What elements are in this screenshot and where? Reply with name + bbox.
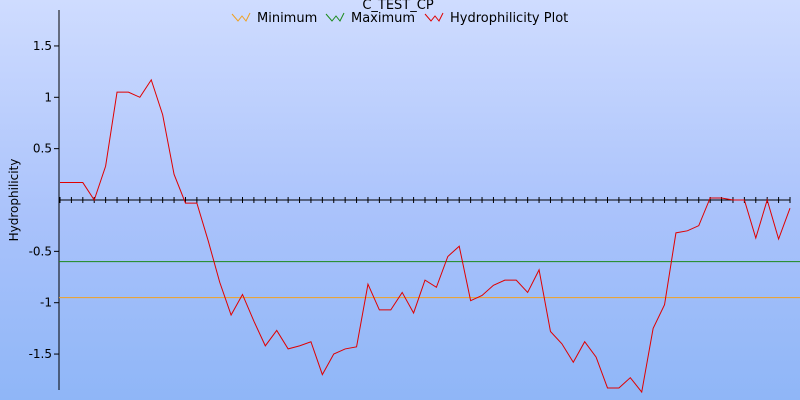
x-axis xyxy=(59,197,791,203)
y-tick-label: -1.5 xyxy=(29,347,52,361)
y-tick-label: 0.5 xyxy=(33,142,52,156)
legend-swatch-maximum xyxy=(325,12,345,22)
legend-swatch-minimum xyxy=(231,12,251,22)
legend-label-minimum: Minimum xyxy=(257,11,317,26)
y-tick-label: 1 xyxy=(44,90,52,104)
plot-area xyxy=(59,78,800,394)
legend: Minimum Maximum Hydrophilicity Plot xyxy=(231,11,568,26)
legend-swatch-hydrophilicity-plot xyxy=(424,12,444,22)
y-tick-label: -1 xyxy=(40,296,52,310)
y-tick-label: -0.5 xyxy=(29,244,52,258)
y-ticks: -1.5 -1 -0.5 0.5 1 1.5 xyxy=(29,39,59,361)
series-hydrophilicity-plot-line xyxy=(60,78,791,394)
hydrophilicity-chart: C_TEST_CP Minimum Maximum Hydrophilicity P… xyxy=(7,0,800,394)
y-tick-label: 1.5 xyxy=(33,39,52,53)
y-axis-label: Hydrophilicity xyxy=(7,159,21,242)
legend-label-hydrophilicity-plot: Hydrophilicity Plot xyxy=(450,11,568,26)
legend-label-maximum: Maximum xyxy=(351,11,415,26)
